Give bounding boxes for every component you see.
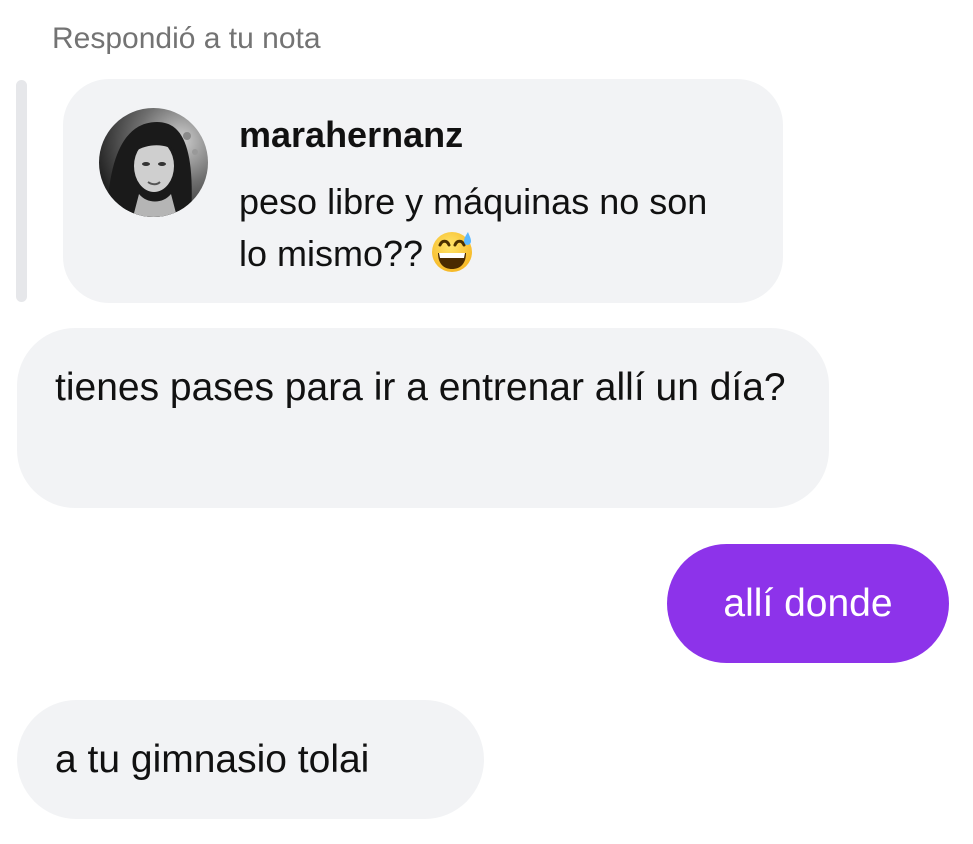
reply-indicator-bar: [16, 80, 27, 302]
grinning-face-with-sweat-icon: [432, 232, 473, 272]
replied-to-note-label: Respondió a tu nota: [52, 22, 321, 55]
note-username[interactable]: marahernanz: [239, 114, 463, 156]
note-text: peso libre y máquinas no son lo mismo??: [239, 176, 739, 280]
message-bubble-outgoing[interactable]: allí donde: [667, 544, 949, 663]
quoted-note-card[interactable]: marahernanz peso libre y máquinas no son…: [63, 79, 783, 303]
message-bubble-incoming[interactable]: a tu gimnasio tolai: [17, 700, 484, 819]
message-bubble-incoming[interactable]: tienes pases para ir a entrenar allí un …: [17, 328, 829, 508]
avatar[interactable]: [99, 108, 208, 217]
